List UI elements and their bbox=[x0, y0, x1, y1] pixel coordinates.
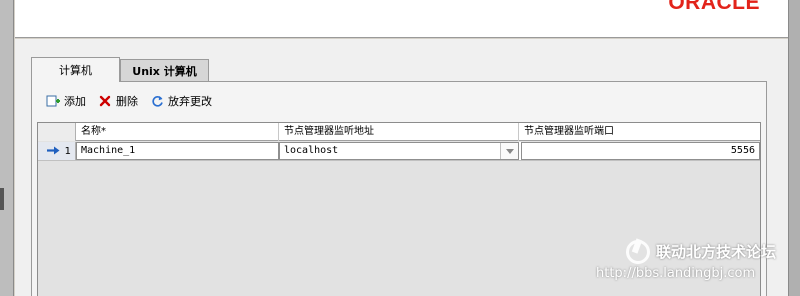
edge-notch bbox=[0, 188, 4, 210]
tab-machines-label: 计算机 bbox=[59, 64, 92, 77]
listen-address-value: localhost bbox=[284, 145, 339, 156]
watermark-url: http://bbs.landingbj.com bbox=[596, 266, 756, 281]
machine-name-field[interactable]: Machine_1 bbox=[76, 142, 279, 160]
table-header: 名称* 节点管理器监听地址 节点管理器监听端口 bbox=[38, 123, 760, 141]
dropdown-button[interactable] bbox=[500, 143, 518, 159]
left-window-edge bbox=[0, 0, 14, 296]
listen-port-field[interactable]: 5556 bbox=[521, 142, 760, 160]
current-row-arrow-icon bbox=[46, 145, 60, 158]
row-header-corner bbox=[38, 123, 76, 141]
column-header-listen-port[interactable]: 节点管理器监听端口 bbox=[519, 123, 760, 141]
oracle-logo: ORACLE bbox=[668, 0, 760, 14]
revert-changes-button[interactable]: 放弃更改 bbox=[150, 93, 212, 109]
tab-unix-machines-label: Unix 计算机 bbox=[132, 64, 197, 78]
delete-button[interactable]: 删除 bbox=[98, 93, 138, 109]
watermark-title: 联动北方技术论坛 bbox=[656, 243, 777, 261]
column-header-name[interactable]: 名称* bbox=[76, 123, 279, 141]
tab-unix-machines[interactable]: Unix 计算机 bbox=[120, 59, 209, 81]
toolbar: 添加 删除 放弃更改 bbox=[46, 92, 224, 110]
add-icon bbox=[46, 94, 60, 108]
header-bar: ORACLE bbox=[15, 0, 788, 38]
revert-changes-label: 放弃更改 bbox=[168, 95, 212, 108]
chevron-down-icon bbox=[505, 148, 514, 154]
row-index: 1 bbox=[64, 145, 71, 157]
watermark-logo-icon bbox=[626, 240, 650, 264]
add-button[interactable]: 添加 bbox=[46, 93, 86, 109]
delete-label: 删除 bbox=[116, 95, 138, 108]
tab-machines[interactable]: 计算机 bbox=[31, 57, 120, 82]
table-row: 1 Machine_1 localhost 5556 bbox=[38, 142, 760, 161]
row-header[interactable]: 1 bbox=[38, 142, 76, 160]
watermark: 联动北方技术论坛 http://bbs.landingbj.com bbox=[596, 236, 792, 292]
listen-address-combo[interactable]: localhost bbox=[279, 142, 519, 160]
column-header-listen-address[interactable]: 节点管理器监听地址 bbox=[279, 123, 519, 141]
delete-icon bbox=[98, 94, 112, 108]
add-label: 添加 bbox=[64, 95, 86, 108]
refresh-icon bbox=[150, 94, 164, 108]
